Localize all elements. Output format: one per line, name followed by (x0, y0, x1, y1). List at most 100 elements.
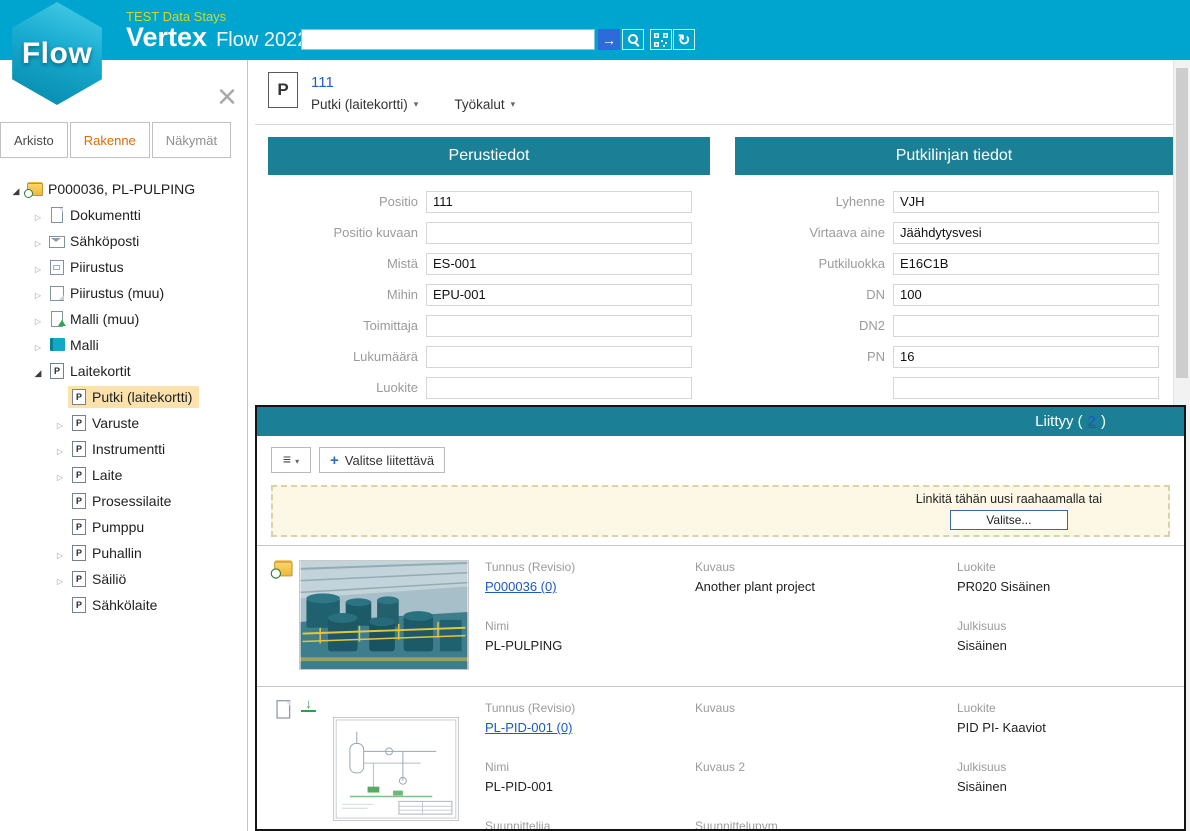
folder-clock-icon (273, 558, 294, 579)
field-value[interactable]: P000036 (0) (485, 579, 685, 594)
tree-item[interactable]: Instrumentti (0, 436, 246, 462)
tree-expand-arrow[interactable] (30, 285, 46, 301)
tree-item-label: Laite (92, 467, 122, 483)
field-value: Sisäinen (957, 638, 1167, 653)
form-field-label: Positio (268, 194, 426, 209)
item-column-3: Luokite PID PI- Kaaviot Julkisuus Sisäin… (957, 701, 1167, 819)
tree-expand-arrow[interactable] (8, 181, 24, 197)
close-icon[interactable]: × (217, 80, 237, 114)
tree-item[interactable]: Laitekortit (0, 358, 246, 384)
tree-expand-arrow[interactable] (30, 233, 46, 249)
form-field-input[interactable] (426, 346, 692, 368)
tree-expand-arrow[interactable] (52, 441, 68, 457)
refresh-icon[interactable] (673, 29, 695, 50)
tools-menu[interactable]: Työkalut (454, 97, 515, 112)
list-menu-button[interactable] (271, 447, 311, 473)
tree-item[interactable]: Säiliö (0, 566, 246, 592)
field-group: Julkisuus Sisäinen (957, 619, 1167, 657)
tab-näkymät[interactable]: Näkymät (152, 122, 231, 158)
barcode-icon[interactable] (650, 29, 672, 50)
tree-item-label: Prosessilaite (92, 493, 171, 509)
field-label: Nimi (485, 760, 685, 774)
form-field-input[interactable] (893, 346, 1159, 368)
tree-item[interactable]: Malli (0, 332, 246, 358)
barcode-glyph (654, 33, 668, 47)
record-menus: Putki (laitekortti) Työkalut (311, 97, 515, 112)
tree-item[interactable]: Puhallin (0, 540, 246, 566)
tree-item[interactable]: Pumppu (0, 514, 246, 540)
tree-item[interactable]: Varuste (0, 410, 246, 436)
related-count-link[interactable]: 2 (1088, 413, 1096, 430)
tree-item-label: Malli (70, 337, 99, 353)
tree-expand-arrow[interactable] (30, 363, 46, 379)
tree-item[interactable]: Malli (muu) (0, 306, 246, 332)
panel-rows: Lyhenne Virtaava aine Putkiluokka DN DN2… (735, 175, 1173, 403)
tree-expand-arrow[interactable] (30, 207, 46, 223)
field-label: Nimi (485, 619, 685, 633)
top-bar: TEST Data Stays Vertex Flow 2022 (0, 0, 1190, 60)
record-id: 111 (311, 74, 334, 91)
tree-item[interactable]: Piirustus (muu) (0, 280, 246, 306)
related-item-row[interactable]: Tunnus (Revisio) P000036 (0) Nimi PL-PUL… (257, 545, 1184, 686)
tree-item[interactable]: Laite (0, 462, 246, 488)
field-value: Sisäinen (957, 779, 1167, 794)
tree-item[interactable]: Piirustus (0, 254, 246, 280)
form-field-input[interactable] (893, 253, 1159, 275)
dialog-toolbar: + Valitse liitettävä (257, 436, 1184, 483)
tree-item-icon (70, 388, 88, 406)
download-icon[interactable] (301, 697, 316, 712)
form-field-input[interactable] (426, 284, 692, 306)
field-group: Kuvaus (695, 701, 945, 739)
tree-item-icon (48, 336, 66, 354)
tree-expand-arrow[interactable] (52, 415, 68, 431)
pid-thumbnail[interactable] (333, 717, 459, 821)
form-field-input[interactable] (426, 191, 692, 213)
choose-file-button[interactable]: Valitse... (950, 510, 1068, 530)
tree-expand-arrow[interactable] (52, 571, 68, 587)
form-field-input[interactable] (893, 191, 1159, 213)
tree-expand-arrow[interactable] (52, 545, 68, 561)
related-item-row[interactable]: Tunnus (Revisio) PL-PID-001 (0) Nimi PL-… (257, 686, 1184, 831)
tree-item[interactable]: Sähkölaite (0, 592, 246, 618)
tab-arkisto[interactable]: Arkisto (0, 122, 68, 158)
form-field-input[interactable] (893, 315, 1159, 337)
tree-expand-arrow[interactable] (30, 337, 46, 353)
field-group: Kuvaus Another plant project (695, 560, 945, 598)
field-value[interactable]: PL-PID-001 (0) (485, 720, 685, 735)
form-field-input[interactable] (893, 284, 1159, 306)
field-label: Kuvaus (695, 701, 945, 715)
tree-item[interactable]: P000036, PL-PULPING (0, 176, 246, 202)
form-row: Mistä (268, 248, 710, 279)
document-icon (273, 699, 294, 720)
field-label: Suunnittelupvm (695, 819, 945, 831)
tree-expand-arrow[interactable] (30, 259, 46, 275)
tree-item[interactable]: Sähköposti (0, 228, 246, 254)
form-field-input[interactable] (893, 222, 1159, 244)
global-search-input[interactable] (301, 29, 595, 50)
scrollbar-thumb[interactable] (1176, 68, 1188, 378)
field-label: Tunnus (Revisio) (485, 701, 685, 715)
field-group: Nimi PL-PID-001 (485, 760, 685, 798)
drag-drop-zone[interactable]: Linkitä tähän uusi raahaamalla tai Valit… (271, 485, 1170, 537)
form-field-input[interactable] (893, 377, 1159, 399)
form-field-label: PN (735, 349, 893, 364)
sidebar: × ArkistoRakenneNäkymät P000036, PL-PULP… (0, 60, 248, 831)
tree-item[interactable]: Dokumentti (0, 202, 246, 228)
search-go-button[interactable] (598, 29, 620, 50)
tree-item[interactable]: Putki (laitekortti) (0, 384, 246, 410)
add-link-button[interactable]: + Valitse liitettävä (319, 447, 445, 473)
form-field-input[interactable] (426, 315, 692, 337)
form-field-label: Virtaava aine (735, 225, 893, 240)
form-field-input[interactable] (426, 377, 692, 399)
tree-item[interactable]: Prosessilaite (0, 488, 246, 514)
tree-item-icon (70, 518, 88, 536)
form-field-input[interactable] (426, 253, 692, 275)
tree-expand-arrow[interactable] (30, 311, 46, 327)
search-icon[interactable] (622, 29, 644, 50)
tab-rakenne[interactable]: Rakenne (70, 122, 150, 158)
tree-expand-arrow[interactable] (52, 467, 68, 483)
card-type-menu[interactable]: Putki (laitekortti) (311, 97, 418, 112)
field-group: Nimi PL-PULPING (485, 619, 685, 657)
plant-thumbnail[interactable] (299, 560, 469, 670)
form-field-input[interactable] (426, 222, 692, 244)
